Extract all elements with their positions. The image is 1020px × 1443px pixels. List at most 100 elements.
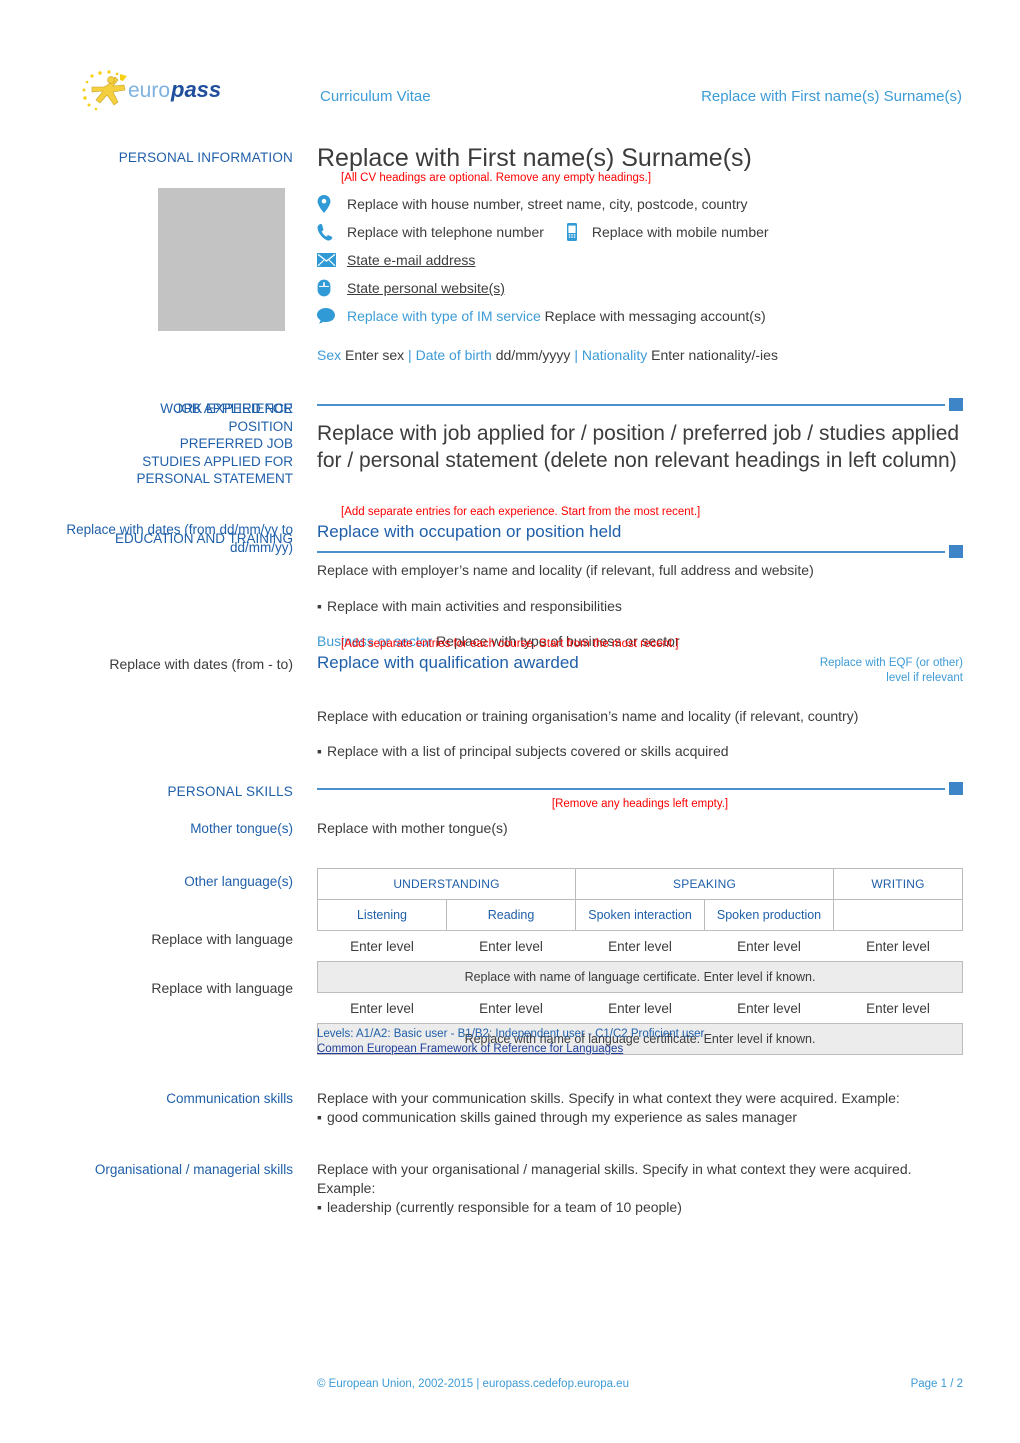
- personal-skills-divider-wrap: [Remove any headings left empty.]: [317, 782, 963, 812]
- education-note-wrap: [Add separate entries for each course. S…: [317, 637, 963, 652]
- nationality-value: Enter nationality/-ies: [651, 347, 778, 363]
- organisational-skills-bullet: ▪ leadership (currently responsible for a…: [317, 1198, 937, 1217]
- communication-skills-text: Replace with your communication skills. …: [317, 1090, 900, 1106]
- date-of-birth-value: dd/mm/yyyy: [495, 347, 571, 363]
- work-experience-note: [Add separate entries for each experienc…: [341, 506, 701, 518]
- page-title: Replace with First name(s) Surname(s): [317, 144, 752, 172]
- chat-bubble-icon: [317, 308, 347, 324]
- header-spoken-interaction: Spoken interaction: [575, 899, 706, 931]
- label-education-and-training: EDUCATION AND TRAINING: [114, 531, 293, 546]
- job-applied-title: Replace with job applied for / position …: [317, 422, 960, 472]
- header-listening: Listening: [317, 899, 447, 931]
- header-writing-empty: [833, 899, 964, 931]
- bullet-marker: ▪: [317, 743, 322, 759]
- table-row: Enter level Enter level Enter level Ente…: [317, 992, 963, 1024]
- header-document-title: Curriculum Vitae: [320, 88, 431, 105]
- label-studies-applied-for: STUDIES APPLIED FOR: [142, 453, 293, 469]
- bullet-marker: ▪: [317, 1199, 322, 1215]
- europass-logo: euro pass: [78, 68, 228, 114]
- phone-icon: [317, 223, 347, 241]
- contact-address-row: Replace with house number, street name, …: [317, 190, 977, 218]
- contact-website-text[interactable]: State personal website(s): [347, 280, 505, 296]
- education-subjects: ▪ Replace with a list of principal subjec…: [317, 742, 963, 761]
- section-divider: [317, 545, 963, 558]
- cefr-link[interactable]: Common European Framework of Reference f…: [317, 1043, 623, 1055]
- divider-line: [317, 404, 945, 406]
- separator: |: [574, 347, 578, 363]
- mother-tongue-label-wrap: Mother tongue(s): [0, 820, 293, 838]
- contact-mobile-text: Replace with mobile number: [591, 224, 769, 240]
- organisational-skills-content: Replace with your organisational / manag…: [317, 1160, 937, 1217]
- envelope-icon: [317, 253, 347, 267]
- photo-placeholder: [158, 188, 285, 331]
- level-cell[interactable]: Enter level: [704, 930, 834, 962]
- date-of-birth-label: Date of birth: [415, 347, 492, 363]
- other-languages-label-wrap: Other language(s): [0, 873, 293, 891]
- level-cell[interactable]: Enter level: [704, 992, 834, 1024]
- table-row-sub-headers: Listening Reading Spoken interaction Spo…: [317, 899, 964, 931]
- section-label-personal-skills: PERSONAL SKILLS: [167, 784, 293, 799]
- headings-optional-note: [All CV headings are optional. Remove an…: [341, 172, 652, 184]
- job-applied-content: Replace with job applied for / position …: [317, 398, 963, 474]
- divider-endcap: [949, 782, 963, 795]
- section-divider: [317, 398, 963, 411]
- section-label-personal-skills-wrap: PERSONAL SKILLS: [0, 783, 293, 801]
- level-cell[interactable]: Enter level: [833, 992, 963, 1024]
- work-experience-employer: Replace with employer’s name and localit…: [317, 562, 814, 578]
- location-pin-icon: [317, 195, 347, 213]
- communication-skills-label-wrap: Communication skills: [0, 1090, 293, 1108]
- work-experience-activities-text: Replace with main activities and respons…: [327, 598, 622, 614]
- sex-value: Enter sex: [345, 347, 405, 363]
- level-cell[interactable]: Enter level: [317, 992, 447, 1024]
- divider-endcap: [949, 398, 963, 411]
- section-label-personal-information: PERSONAL INFORMATION: [118, 150, 293, 165]
- education-organisation: Replace with education or training organ…: [317, 708, 859, 724]
- language-row-label: Replace with language: [151, 980, 293, 996]
- header-candidate-name: Replace with First name(s) Surname(s): [701, 88, 962, 105]
- education-eqf-level: Replace with EQF (or other) level if rel…: [819, 657, 963, 684]
- header-speaking: SPEAKING: [575, 868, 835, 900]
- contact-email-text[interactable]: State e-mail address: [347, 252, 475, 268]
- cefr-link-wrap: Common European Framework of Reference f…: [317, 1042, 977, 1057]
- contact-phone-text: Replace with telephone number: [347, 224, 544, 240]
- cv-page: euro pass Curriculum Vitae Replace with …: [0, 0, 1020, 1443]
- mother-tongue-label: Mother tongue(s): [190, 821, 293, 836]
- level-cell[interactable]: Enter level: [575, 992, 705, 1024]
- table-row-group-headers: UNDERSTANDING SPEAKING WRITING: [316, 868, 964, 900]
- footer-copyright: © European Union, 2002-2015 | europass.c…: [317, 1378, 629, 1390]
- work-experience-position: Replace with occupation or position held: [317, 522, 622, 541]
- level-cell[interactable]: Enter level: [833, 930, 963, 962]
- footer-page-number: Page 1 / 2: [910, 1378, 963, 1390]
- communication-skills-content: Replace with your communication skills. …: [317, 1089, 963, 1127]
- mother-tongue-value: Replace with mother tongue(s): [317, 820, 508, 836]
- level-cell[interactable]: Enter level: [446, 992, 576, 1024]
- organisational-skills-label-wrap: Organisational / managerial skills: [0, 1161, 293, 1179]
- level-cell[interactable]: Enter level: [575, 930, 705, 962]
- sex-label: Sex: [317, 347, 342, 363]
- personal-skills-note: [Remove any headings left empty.]: [551, 798, 729, 810]
- contact-im-account-text: Replace with messaging account(s): [544, 308, 766, 324]
- bullet-marker: ▪: [317, 1109, 322, 1125]
- label-personal-statement: PERSONAL STATEMENT: [136, 471, 293, 486]
- work-experience-activities: ▪ Replace with main activities and respon…: [317, 597, 963, 616]
- divider-endcap: [949, 545, 963, 558]
- bullet-marker: ▪: [317, 598, 322, 614]
- overlapping-label-group: Replace with dates (from dd/mm/yy to dd/…: [0, 521, 293, 557]
- level-cell[interactable]: Enter level: [317, 930, 447, 962]
- table-row: Enter level Enter level Enter level Ente…: [317, 930, 963, 962]
- certificate-cell[interactable]: Replace with name of language certificat…: [316, 961, 964, 993]
- language-row-label: Replace with language: [151, 931, 293, 947]
- section-divider: [317, 782, 963, 795]
- europass-logo-icon: euro pass: [82, 70, 221, 111]
- communication-skills-bullet-text: good communication skills gained through…: [327, 1109, 798, 1125]
- header-writing: WRITING: [833, 868, 964, 900]
- personal-demographics: Sex Enter sex | Date of birth dd/mm/yyyy…: [317, 347, 778, 363]
- organisational-skills-text: Replace with your organisational / manag…: [317, 1161, 912, 1196]
- contact-details: Replace with house number, street name, …: [317, 190, 977, 330]
- overlapping-label-group: WORK EXPERIENCE JOB APPLIED FOR: [0, 400, 293, 418]
- contact-im-service-text: Replace with type of IM service: [347, 308, 541, 324]
- organisational-skills-label: Organisational / managerial skills: [94, 1162, 293, 1177]
- page-footer: © European Union, 2002-2015 | europass.c…: [317, 1378, 963, 1390]
- level-cell[interactable]: Enter level: [446, 930, 576, 962]
- education-dates: Replace with dates (from - to): [109, 656, 293, 672]
